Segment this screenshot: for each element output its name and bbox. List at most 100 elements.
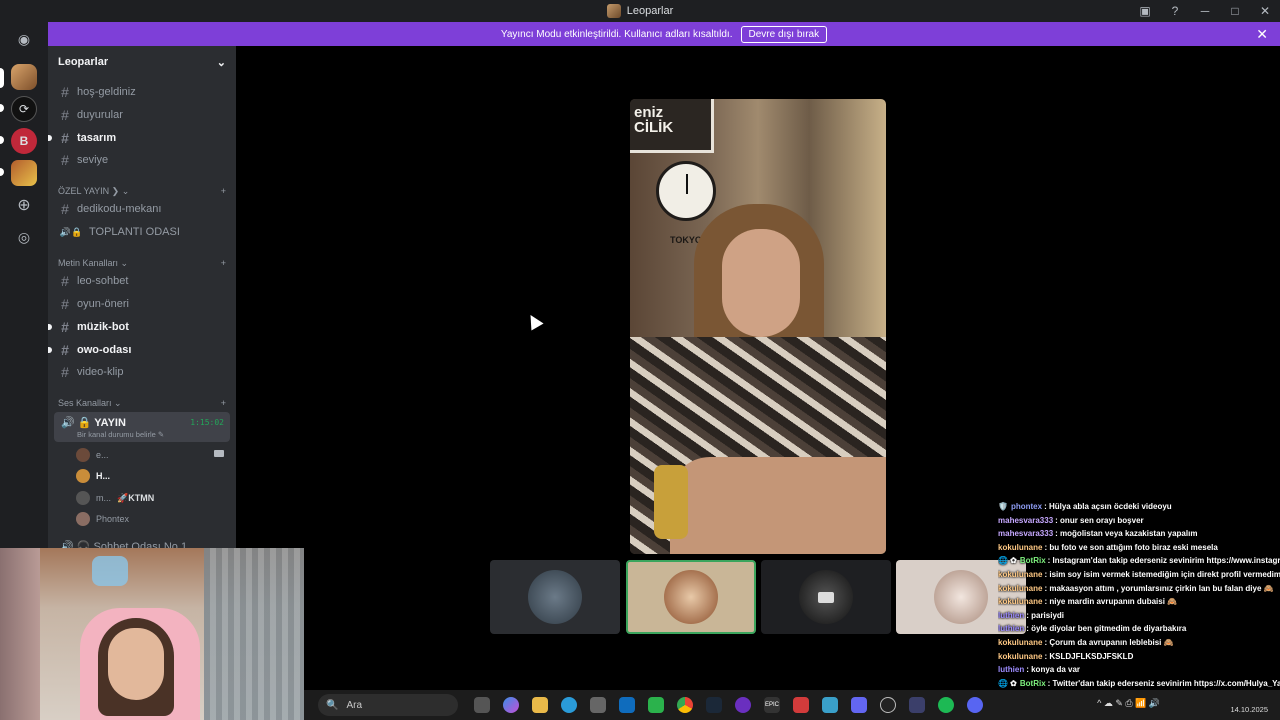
app-icon[interactable] [735,697,751,713]
chat-text: : bu foto ve son attığım foto biraz eski… [1044,542,1218,552]
server-2-icon[interactable]: ⟳ [11,96,37,122]
chat-message: luthien: öyle diyolar ben gitmedim de di… [998,622,1280,636]
main-stream-video[interactable]: eniz CİLİK TOKYO [630,99,886,554]
add-server-icon[interactable]: ⊕ [11,192,37,218]
stream-chat-overlay: 🛡️ phontex: Hülya abla açsın öcdeki video… [998,500,1280,720]
server-unread-indicator [0,168,4,176]
add-channel-icon[interactable]: + [221,186,226,197]
copilot-icon[interactable] [503,697,519,713]
channel-video-klip[interactable]: # video-klip [56,362,230,382]
edge-icon[interactable] [561,697,577,713]
app-icon[interactable] [909,697,925,713]
task-view-icon[interactable] [474,697,490,713]
channel-label: owo-odası [77,344,132,356]
channel-label: seviye [77,154,109,166]
channel-oyun-oneri[interactable]: # oyun-öneri [56,294,230,314]
voice-user[interactable]: m... 🚀KTMN [76,489,154,507]
avatar [664,570,718,624]
add-channel-icon[interactable]: + [221,398,226,409]
hash-icon: # [61,342,69,358]
discord-icon[interactable] [967,697,983,713]
voice-channel-yayin[interactable]: 🔊 🔒 YAYIN Bir kanal durumu belirle ✎ 1:1… [54,412,230,442]
channel-label: oyun-öneri [77,298,129,310]
hash-icon: # [61,319,69,335]
channel-label: müzik-bot [77,321,129,333]
streamer-mode-banner: Yayıncı Modu etkinleştirildi. Kullanıcı … [48,22,1280,46]
feedly-icon[interactable] [648,697,664,713]
participant-tile-active[interactable] [626,560,756,634]
hash-icon: # [61,273,69,289]
participant-tile[interactable] [761,560,891,634]
chat-text: : Instagram'dan takip ederseniz seviniri… [1047,556,1280,566]
locked-voice-icon: 🔊🔒 [59,226,83,237]
guild-header[interactable]: Leoparlar ⌄ [48,46,236,78]
discord-home-icon[interactable]: ◉ [11,26,37,52]
spotify-icon[interactable] [938,697,954,713]
banner-text: Yayıncı Modu etkinleştirildi. Kullanıcı … [500,28,733,40]
channel-label: dedikodu-mekanı [77,203,162,215]
maximize-button[interactable]: □ [1220,4,1250,18]
chrome-icon[interactable] [677,697,693,713]
channel-seviye[interactable]: # seviye [56,150,230,170]
channel-leo-sohbet[interactable]: # leo-sohbet [56,271,230,291]
obs-icon[interactable] [880,697,896,713]
channel-label: hoş-geldiniz [77,86,136,98]
chat-text: : moğolistan veya kazakistan yapalım [1055,529,1198,539]
chat-username: luthien [998,610,1025,620]
wall-sign: eniz CİLİK [630,99,714,153]
outlook-icon[interactable] [619,697,635,713]
app-icon[interactable] [851,697,867,713]
channel-hos-geldiniz[interactable]: # hoş-geldiniz [56,82,230,102]
sign-text: eniz CİLİK [634,104,674,136]
app-icon[interactable] [822,697,838,713]
chat-text: : parisiydi [1026,610,1065,620]
participant-tile[interactable] [490,560,620,634]
chat-text: : isim soy isim vermek istemediğim için … [1044,569,1280,579]
hash-icon: # [61,107,69,123]
help-icon[interactable]: ? [1160,4,1190,18]
category-label: Ses Kanalları ⌄ [58,398,122,408]
badge-icon: 🌐 ✿ [998,556,1017,566]
channel-dedikodu-mekani[interactable]: # dedikodu-mekanı [56,199,230,219]
voice-user-name: e... [96,450,109,460]
disable-streamer-mode-button[interactable]: Devre dışı bırak [740,25,828,43]
server-3-icon[interactable]: B [11,128,37,154]
channel-owo-odasi[interactable]: # owo-odası [48,340,230,360]
channel-tasarim[interactable]: # tasarım [48,128,230,148]
channel-duyurular[interactable]: # duyurular [56,105,230,125]
add-channel-icon[interactable]: + [221,258,226,269]
voice-user[interactable]: H... [76,467,110,485]
app-icon[interactable] [793,697,809,713]
server-4-icon[interactable] [11,160,37,186]
avatar [76,448,90,462]
taskbar-search[interactable]: 🔍 Ara [318,694,458,716]
channel-status[interactable]: Bir kanal durumu belirle ✎ [77,430,164,439]
system-tray-icons[interactable]: ^ ☁ ✎ ⎙ 📶 🔊 [1097,698,1160,709]
channel-label: tasarım [77,132,117,144]
category-metin-kanallari[interactable]: Metin Kanalları ⌄ + [58,258,226,269]
voice-user[interactable]: Phontex [76,510,129,528]
hash-icon: # [61,84,69,100]
guild-name: Leoparlar [58,56,109,68]
file-explorer-icon[interactable] [532,697,548,713]
minimize-button[interactable]: ─ [1190,4,1220,18]
close-window-button[interactable]: ✕ [1250,4,1280,18]
chat-message: mahesvara333: moğolistan veya kazakistan… [998,527,1280,541]
voice-user[interactable]: e... [76,446,109,464]
category-ses-kanallari[interactable]: Ses Kanalları ⌄ + [58,398,226,409]
channel-muzik-bot[interactable]: # müzik-bot [48,317,230,337]
discover-icon[interactable]: ◎ [11,224,37,250]
gold-bracelet [654,465,688,539]
store-icon[interactable] [590,697,606,713]
shelf [0,548,40,720]
hash-icon: # [61,296,69,312]
channel-toplanti-odasi[interactable]: 🔊🔒 TOPLANTI ODASI [56,222,230,242]
server-unread-indicator [0,104,4,112]
inbox-icon[interactable]: ▣ [1130,4,1160,18]
epic-games-icon[interactable]: EPIC [764,697,780,713]
close-icon[interactable]: ✕ [1256,26,1268,43]
steam-icon[interactable] [706,697,722,713]
server-leoparlar[interactable] [11,64,37,90]
category-ozel-yayin[interactable]: ÖZEL YAYIN ❯ ⌄ + [58,186,226,197]
chat-text: : konya da var [1026,665,1081,675]
